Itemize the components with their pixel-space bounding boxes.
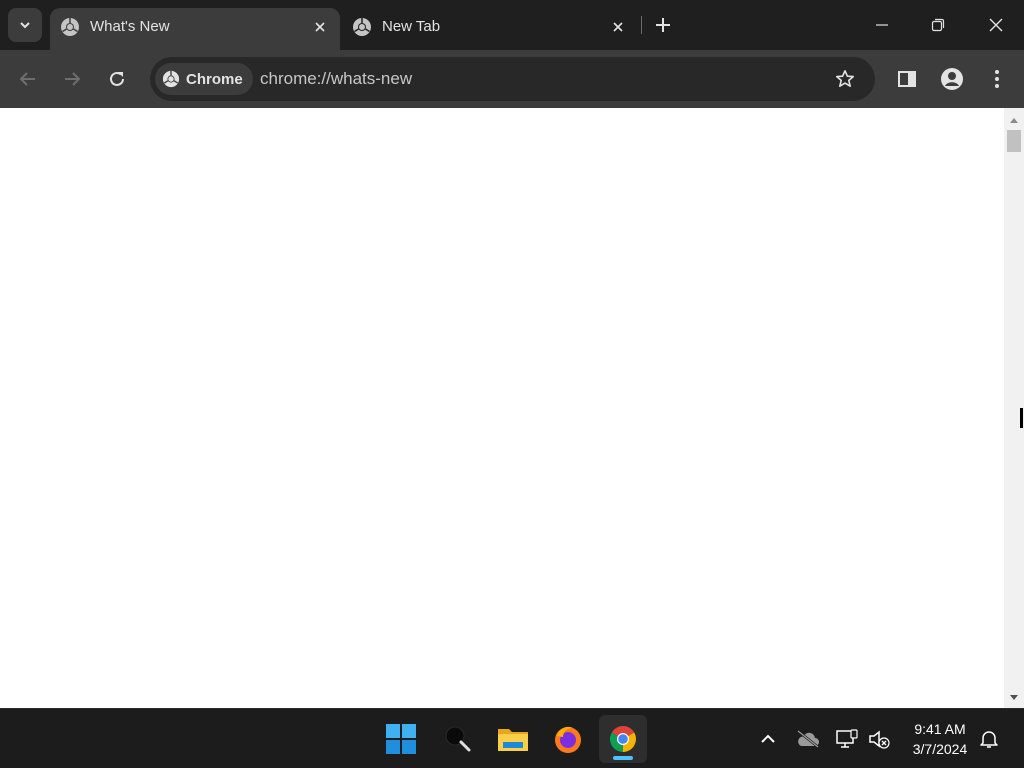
folder-icon <box>498 729 528 751</box>
forward-button[interactable] <box>55 62 89 96</box>
cloud-offline-icon <box>797 730 819 748</box>
firefox-icon <box>555 726 581 753</box>
close-icon <box>989 18 1003 32</box>
side-panel-button[interactable] <box>890 62 924 96</box>
star-icon <box>836 70 854 87</box>
arrow-right-icon <box>65 72 81 86</box>
taskbar: 9:41 AM 3/7/2024 <box>0 708 1024 768</box>
site-chip-label: Chrome <box>186 70 243 88</box>
profile-icon <box>941 68 963 90</box>
restore-button[interactable] <box>921 8 955 42</box>
scroll-up-arrow-icon[interactable] <box>1004 114 1024 126</box>
reload-icon <box>110 71 124 86</box>
close-window-button[interactable] <box>979 8 1013 42</box>
chrome-logo-icon <box>609 726 637 752</box>
firefox-button[interactable] <box>544 715 592 763</box>
tab-strip: What's New New Tab <box>0 0 1024 50</box>
chrome-taskbar-button[interactable] <box>599 715 647 763</box>
notifications-button[interactable] <box>974 723 1004 755</box>
onedrive-tray-button[interactable] <box>793 723 823 755</box>
tab-separator <box>641 16 642 34</box>
chrome-favicon-icon <box>353 18 371 36</box>
tab-search-button[interactable] <box>8 8 42 42</box>
arrow-left-icon <box>19 72 35 86</box>
network-tray-button[interactable] <box>832 723 862 755</box>
reload-button[interactable] <box>100 62 134 96</box>
minimize-icon <box>876 24 888 26</box>
side-panel-icon <box>898 71 916 87</box>
tab-close-icon[interactable] <box>312 17 328 37</box>
chrome-favicon-icon <box>61 18 79 36</box>
scroll-down-arrow-icon[interactable] <box>1004 692 1024 704</box>
tab-close-icon[interactable] <box>610 17 626 37</box>
show-hidden-icons-button[interactable] <box>753 723 783 755</box>
restore-icon <box>931 18 945 32</box>
active-app-indicator <box>613 756 633 760</box>
address-bar[interactable]: Chrome chrome://whats-new <box>150 57 875 101</box>
new-tab-button[interactable] <box>650 12 676 38</box>
back-button[interactable] <box>11 62 45 96</box>
windows-logo-icon <box>386 724 416 754</box>
minimize-button[interactable] <box>865 8 899 42</box>
chrome-logo-icon <box>162 70 180 88</box>
chevron-up-icon <box>761 734 775 743</box>
more-vertical-icon <box>995 70 999 88</box>
search-icon <box>445 726 471 752</box>
file-explorer-button[interactable] <box>489 715 537 763</box>
menu-button[interactable] <box>980 62 1014 96</box>
tab-whats-new[interactable]: What's New <box>50 8 340 50</box>
start-button[interactable] <box>377 715 425 763</box>
bookmark-star-button[interactable] <box>833 67 857 91</box>
plus-icon <box>656 18 670 32</box>
search-button[interactable] <box>434 715 482 763</box>
volume-tray-button[interactable] <box>864 723 894 755</box>
network-icon <box>836 729 858 748</box>
tab-title: New Tab <box>382 18 441 35</box>
tab-title: What's New <box>90 18 170 35</box>
clock[interactable]: 9:41 AM 3/7/2024 <box>900 719 980 759</box>
url-text[interactable]: chrome://whats-new <box>260 69 412 89</box>
page-content <box>0 108 1004 708</box>
site-info-chip[interactable]: Chrome <box>155 63 253 95</box>
clock-time: 9:41 AM <box>914 721 966 737</box>
profile-button[interactable] <box>935 62 969 96</box>
text-cursor-icon <box>1020 408 1023 428</box>
bell-icon <box>980 731 998 748</box>
browser-toolbar: Chrome chrome://whats-new <box>0 50 1024 108</box>
chevron-down-icon <box>20 22 30 29</box>
volume-muted-icon <box>869 730 890 749</box>
clock-date: 3/7/2024 <box>912 741 968 757</box>
tab-new-tab[interactable]: New Tab <box>342 8 638 50</box>
scroll-thumb[interactable] <box>1007 130 1021 152</box>
